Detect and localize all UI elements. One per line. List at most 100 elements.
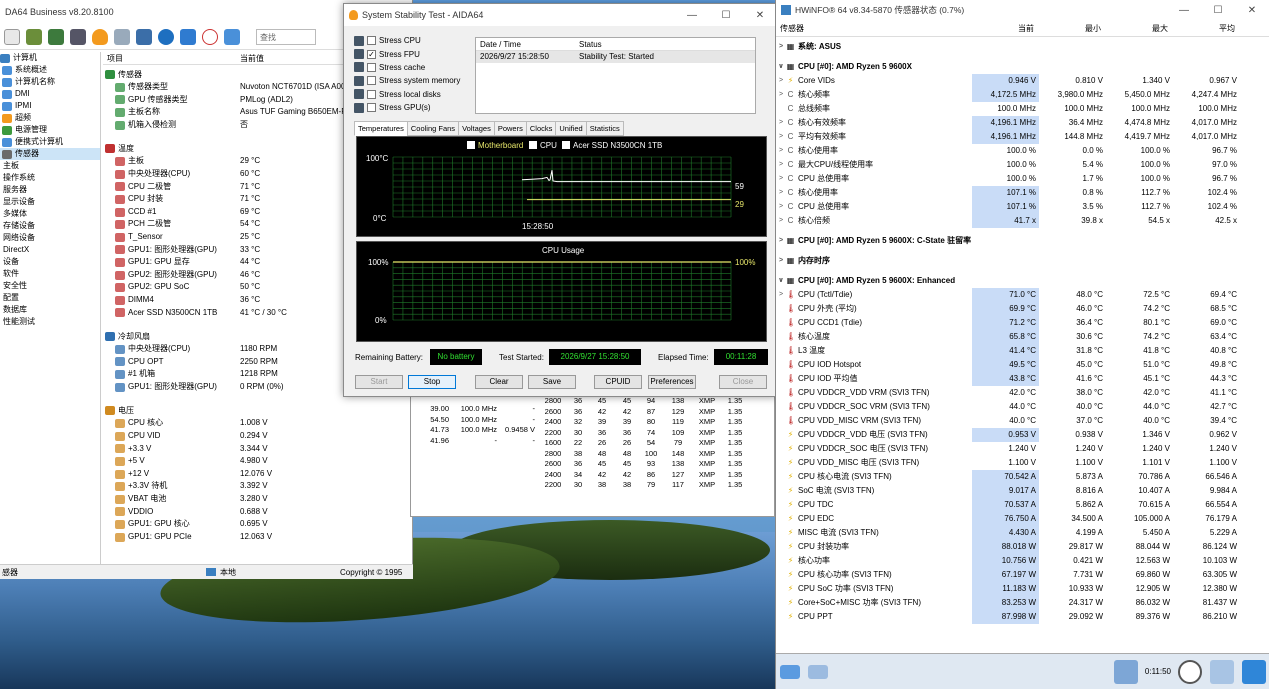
sensor-row[interactable]: 🌡 CPU IOD 平均值 43.8 °C 41.6 °C 45.1 °C 44.3 °C xyxy=(776,372,1269,386)
sensor-row[interactable]: ⚡ MISC 电流 (SVI3 TFN) 4.430 A 4.199 A 5.450 A… xyxy=(776,526,1269,540)
cpuid-button[interactable]: CPUID xyxy=(594,375,642,389)
sensor-row[interactable]: > C 核心倍频 41.7 x 39.8 x 54.5 x 42.5 x xyxy=(776,214,1269,228)
settings-icon[interactable] xyxy=(1210,659,1234,684)
clear-button[interactable]: Clear xyxy=(475,375,523,389)
tree-item[interactable]: 超频 xyxy=(0,112,100,124)
close-button[interactable]: ✕ xyxy=(743,10,777,21)
sensor-group-header[interactable]: > ▦ 系统: ASUS xyxy=(776,40,1269,54)
tab-statistics[interactable]: Statistics xyxy=(585,121,624,136)
sensor-row[interactable]: > C 核心使用率 100.0 % 0.0 % 100.0 % 96.7 % xyxy=(776,144,1269,158)
legend-checkbox-ssd[interactable] xyxy=(562,141,570,149)
close-button[interactable]: ✕ xyxy=(1235,5,1269,16)
tree-item[interactable]: 性能测试 xyxy=(0,316,100,328)
sensor-group-header[interactable]: ∨ ▦ CPU [#0]: AMD Ryzen 5 9600X xyxy=(776,60,1269,74)
sensor-row[interactable]: ⚡ CPU 核心功率 (SVI3 TFN) 67.197 W 7.731 W 69.86… xyxy=(776,568,1269,582)
tree-item[interactable]: 主板 xyxy=(0,160,100,172)
tree-item[interactable]: 服务器 xyxy=(0,184,100,196)
expand-chevron-icon[interactable]: > xyxy=(776,158,786,172)
search-input[interactable]: 查找 xyxy=(256,28,316,45)
expand-chevron-icon[interactable]: > xyxy=(776,234,786,248)
sensor-row[interactable]: ⚡ CPU VDDCR_VDD 电压 (SVI3 TFN) 0.953 V 0.938… xyxy=(776,428,1269,442)
legend-checkbox-cpu[interactable] xyxy=(529,141,537,149)
motherboard-icon[interactable] xyxy=(26,28,42,45)
column-sensor[interactable]: 传感器 xyxy=(776,21,972,36)
tree-item[interactable]: 多媒体 xyxy=(0,208,100,220)
expand-chevron-icon[interactable]: > xyxy=(776,74,786,88)
sensor-row[interactable]: 🌡 L3 温度 41.4 °C 31.8 °C 41.8 °C 40.8 °C xyxy=(776,344,1269,358)
sensor-row[interactable]: > C CPU 总使用率 107.1 % 3.5 % 112.7 % 102.4 % xyxy=(776,200,1269,214)
stress-checkbox[interactable]: ✓ xyxy=(367,49,376,59)
database-icon[interactable] xyxy=(180,28,196,45)
expand-chevron-icon[interactable]: > xyxy=(776,214,786,228)
tree-item[interactable]: 计算机名称 xyxy=(0,76,100,88)
save-button[interactable]: Save xyxy=(528,375,576,389)
stress-option[interactable]: Stress system memory xyxy=(354,74,464,87)
maximize-button[interactable]: ☐ xyxy=(709,10,743,21)
tree-item[interactable]: 存储设备 xyxy=(0,220,100,232)
sensor-group-header[interactable]: ∨ ▦ CPU [#0]: AMD Ryzen 5 9600X: Enhanced xyxy=(776,274,1269,288)
cpu-icon[interactable] xyxy=(70,28,86,45)
expand-chevron-icon[interactable]: > xyxy=(776,116,786,130)
sensor-row[interactable]: 🌡 CPU 外壳 (平均) 69.9 °C 46.0 °C 74.2 °C 68.5 °C xyxy=(776,302,1269,316)
sensor-row[interactable]: +3.3V 待机 3.392 V xyxy=(103,480,413,493)
network-icon[interactable] xyxy=(1113,659,1138,684)
expand-chevron-icon[interactable]: > xyxy=(776,144,786,158)
expand-chevron-icon[interactable]: > xyxy=(776,186,786,200)
flame-icon[interactable] xyxy=(92,28,108,45)
expand-chevron-icon[interactable]: ∨ xyxy=(776,60,786,74)
sensor-row[interactable]: +3.3 V 3.344 V xyxy=(103,443,413,456)
expand-chevron-icon[interactable]: > xyxy=(776,40,786,54)
sensor-row[interactable]: ⚡ CPU PPT 87.998 W 29.092 W 89.376 W 86.210 W xyxy=(776,610,1269,624)
sensor-row[interactable]: > C 核心频率 4,172.5 MHz 3,980.0 MHz 5,450.0 MHz 4… xyxy=(776,88,1269,102)
sensor-row[interactable]: ⚡ CPU VDDCR_SOC 电压 (SVI3 TFN) 1.240 V 1.240… xyxy=(776,442,1269,456)
tree-item[interactable]: 电源管理 xyxy=(0,124,100,136)
tree-item[interactable]: 传感器 xyxy=(0,148,100,160)
preferences-button[interactable]: Preferences xyxy=(648,375,696,389)
column-current[interactable]: 当前 xyxy=(972,21,1039,36)
tree-item[interactable]: 安全性 xyxy=(0,280,100,292)
sensor-row[interactable]: > ⚡ Core VIDs 0.946 V 0.810 V 1.340 V 0.967 V xyxy=(776,74,1269,88)
clock-icon[interactable] xyxy=(1178,659,1202,684)
sensor-row[interactable]: ⚡ SoC 电流 (SVI3 TFN) 9.017 A 8.816 A 10.407 A… xyxy=(776,484,1269,498)
stress-checkbox[interactable] xyxy=(367,103,376,113)
tree-item[interactable]: DMI xyxy=(0,88,100,100)
stress-checkbox[interactable] xyxy=(367,89,376,99)
tree-item[interactable]: 便携式计算机 xyxy=(0,136,100,148)
stress-checkbox[interactable] xyxy=(367,76,376,86)
expand-chevron-icon[interactable]: > xyxy=(776,200,786,214)
sensor-row[interactable]: 🌡 CPU VDDCR_VDD VRM (SVI3 TFN) 42.0 °C 38.0… xyxy=(776,386,1269,400)
maximize-button[interactable]: ☐ xyxy=(1201,5,1235,16)
user-icon[interactable] xyxy=(136,28,152,45)
sensor-row[interactable]: GPU1: GPU PCIe 12.063 V xyxy=(103,531,413,544)
sensor-row[interactable]: C 总线频率 100.0 MHz 100.0 MHz 100.0 MHz 100.0 MH… xyxy=(776,102,1269,116)
monitor-icon[interactable] xyxy=(224,28,240,45)
stress-option[interactable]: Stress GPU(s) xyxy=(354,101,464,114)
expand-chevron-icon[interactable]: > xyxy=(776,288,786,302)
sensor-row[interactable]: ⚡ CPU 核心电流 (SVI3 TFN) 70.542 A 5.873 A 70.78… xyxy=(776,470,1269,484)
exit-icon[interactable] xyxy=(1242,659,1266,684)
sensor-row[interactable]: 🌡 CPU VDDCR_SOC VRM (SVI3 TFN) 44.0 °C 40.0… xyxy=(776,400,1269,414)
tree-item[interactable]: 操作系统 xyxy=(0,172,100,184)
tree-item[interactable]: IPMI xyxy=(0,100,100,112)
tab-voltages[interactable]: Voltages xyxy=(458,121,495,136)
tab-temperatures[interactable]: Temperatures xyxy=(354,121,408,136)
tree-item[interactable]: 显示设备 xyxy=(0,196,100,208)
sensor-row[interactable]: ⚡ Core+SoC+MISC 功率 (SVI3 TFN) 83.253 W 24.3… xyxy=(776,596,1269,610)
clock-icon[interactable] xyxy=(202,28,218,45)
sensor-group-header[interactable]: > ▦ 内存时序 xyxy=(776,254,1269,268)
tree-item[interactable]: 网络设备 xyxy=(0,232,100,244)
arrows-left-right-icon[interactable] xyxy=(780,664,800,679)
sensor-row[interactable]: ⚡ CPU TDC 70.537 A 5.862 A 70.615 A 66.554 A xyxy=(776,498,1269,512)
sensor-row[interactable]: > C 核心使用率 107.1 % 0.8 % 112.7 % 102.4 % xyxy=(776,186,1269,200)
sensor-row[interactable]: > C 核心有效频率 4,196.1 MHz 36.4 MHz 4,474.8 MHz 4,… xyxy=(776,116,1269,130)
column-avg[interactable]: 平均 xyxy=(1173,21,1240,36)
sensor-row[interactable]: VBAT 电池 3.280 V xyxy=(103,493,413,506)
network-icon[interactable] xyxy=(114,28,130,45)
sensor-row[interactable]: CPU 核心 1.008 V xyxy=(103,417,413,430)
sensor-row[interactable]: ⚡ CPU SoC 功率 (SVI3 TFN) 11.183 W 10.933 W 12… xyxy=(776,582,1269,596)
sensor-row[interactable]: 🌡 CPU IOD Hotspot 49.5 °C 45.0 °C 51.0 °C 49.… xyxy=(776,358,1269,372)
tree-item[interactable]: DirectX xyxy=(0,244,100,256)
sensor-group-header[interactable]: > ▦ CPU [#0]: AMD Ryzen 5 9600X: C-State 驻… xyxy=(776,234,1269,248)
sensor-row[interactable]: 🌡 CPU CCD1 (Tdie) 71.2 °C 36.4 °C 80.1 °C 69.… xyxy=(776,316,1269,330)
stress-option[interactable]: Stress local disks xyxy=(354,88,464,101)
